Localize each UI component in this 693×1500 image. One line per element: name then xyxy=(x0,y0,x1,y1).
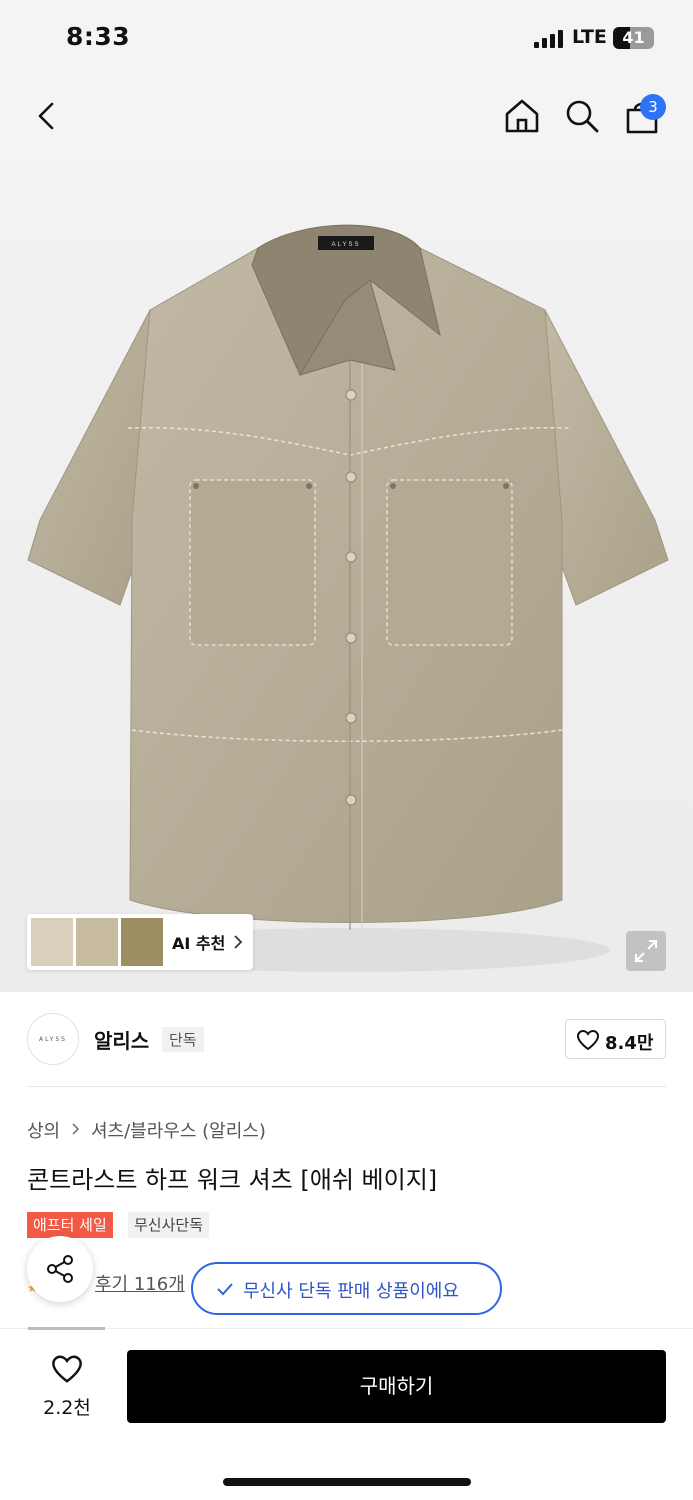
buy-button[interactable]: 구매하기 xyxy=(127,1350,666,1423)
product-title: 콘트라스트 하프 워크 셔츠 [애쉬 베이지] xyxy=(27,1166,438,1194)
ai-recommend-card[interactable]: AI 추천 xyxy=(27,914,253,970)
shirt-illustration: ALYSS xyxy=(27,224,669,972)
exclusive-notice-text: 무신사 단독 판매 상품이에요 xyxy=(243,1281,459,1302)
ai-thumb-3[interactable] xyxy=(121,918,163,966)
home-indicator xyxy=(223,1478,471,1486)
collar-label: ALYSS xyxy=(332,242,361,248)
sale-badge: 애프터 세일 xyxy=(27,1212,113,1238)
status-time: 8:33 xyxy=(66,22,131,51)
exclusive-notice-toast: 무신사 단독 판매 상품이에요 xyxy=(191,1262,502,1315)
share-button[interactable] xyxy=(27,1236,93,1302)
check-icon xyxy=(217,1283,233,1296)
heart-icon xyxy=(576,1029,600,1051)
brand-logo[interactable]: ALYSS xyxy=(27,1013,79,1065)
brand-name[interactable]: 알리스 xyxy=(94,1025,149,1054)
product-image[interactable]: ALYSS AI 추천 xyxy=(0,160,693,992)
search-button[interactable] xyxy=(560,94,604,138)
battery-icon: 41 xyxy=(613,27,654,49)
wishlist-button[interactable]: 2.2천 xyxy=(27,1348,107,1422)
breadcrumb-subcategory[interactable]: 셔츠/블라우스 (알리스) xyxy=(91,1117,266,1143)
nav-bar xyxy=(0,78,693,160)
expand-icon xyxy=(635,940,657,962)
share-icon xyxy=(47,1255,73,1283)
ai-thumb-2[interactable] xyxy=(76,918,118,966)
chevron-left-icon xyxy=(38,102,54,130)
exclusive-badge: 무신사단독 xyxy=(128,1212,210,1238)
search-icon xyxy=(566,100,599,133)
status-bar: 8:33 LTE 41 xyxy=(0,0,693,78)
tab-indicator xyxy=(28,1327,105,1330)
signal-bars-icon xyxy=(534,30,566,48)
home-button[interactable] xyxy=(500,94,544,138)
brand-exclusive-tag: 단독 xyxy=(162,1027,204,1052)
expand-button[interactable] xyxy=(626,931,666,971)
cart-count-badge: 3 xyxy=(640,94,666,120)
breadcrumb-category[interactable]: 상의 xyxy=(27,1117,60,1143)
back-button[interactable] xyxy=(24,94,68,138)
brand-like-count: 8.4만 xyxy=(605,1033,654,1054)
network-type: LTE xyxy=(572,26,607,48)
ai-thumb-1[interactable] xyxy=(31,918,73,966)
divider xyxy=(27,1086,666,1087)
brand-like-button[interactable]: 8.4만 xyxy=(565,1019,666,1059)
breadcrumb-chevron-icon xyxy=(72,1123,80,1135)
heart-icon xyxy=(52,1355,82,1383)
battery-level: 41 xyxy=(622,28,645,47)
home-icon xyxy=(505,99,539,133)
review-link[interactable]: 후기 116개 xyxy=(95,1270,185,1296)
chevron-right-icon xyxy=(234,935,243,949)
wishlist-count: 2.2천 xyxy=(43,1397,91,1419)
ai-recommend-label: AI 추천 xyxy=(172,934,226,953)
